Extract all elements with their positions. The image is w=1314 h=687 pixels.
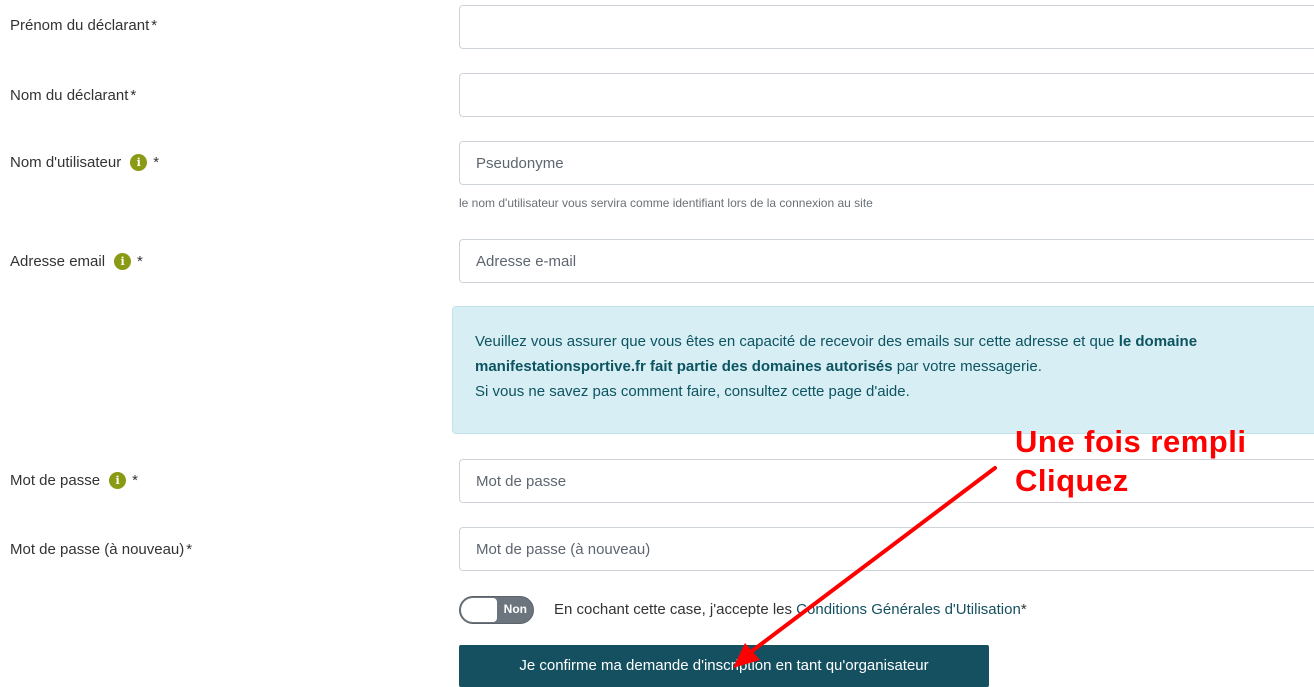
info-icon[interactable]: i (109, 472, 127, 489)
email-field[interactable] (459, 239, 1314, 283)
prenom-label-text: Prénom du déclarant (10, 17, 150, 34)
info-icon[interactable]: i (114, 253, 132, 270)
prenom-label: Prénom du déclarant * (10, 17, 157, 34)
username-field[interactable] (459, 141, 1314, 185)
alert-text-part2: par votre messagerie. (892, 358, 1042, 375)
cgu-text: En cochant cette case, j'accepte les Con… (554, 601, 1027, 618)
required-asterisk: * (132, 472, 138, 489)
required-asterisk: * (151, 17, 158, 34)
annotation-line1: Une fois rempli (1015, 424, 1247, 459)
nom-field[interactable] (459, 73, 1314, 117)
toggle-label: Non (503, 602, 527, 616)
cgu-link[interactable]: Conditions Générales d'Utilisation (796, 601, 1021, 618)
toggle-knob (461, 598, 497, 622)
username-help-text: le nom d'utilisateur vous servira comme … (459, 196, 873, 210)
username-label: Nom d'utilisateur i * (10, 154, 159, 171)
prenom-field[interactable] (459, 5, 1314, 49)
submit-button[interactable]: Je confirme ma demande d'inscription en … (459, 645, 989, 687)
alert-help-line[interactable]: Si vous ne savez pas comment faire, cons… (475, 383, 910, 400)
email-label: Adresse email i * (10, 253, 143, 270)
required-asterisk: * (1020, 601, 1027, 618)
cgu-text-prefix: En cochant cette case, j'accepte les (554, 601, 797, 618)
annotation-text: Une fois rempli Cliquez (1015, 422, 1246, 500)
alert-text-part1: Veuillez vous assurer que vous êtes en c… (475, 333, 1119, 350)
password-label: Mot de passe i * (10, 472, 138, 489)
email-domain-alert: Veuillez vous assurer que vous êtes en c… (452, 306, 1314, 434)
email-label-text: Adresse email (10, 253, 106, 270)
password-confirm-label: Mot de passe (à nouveau) * (10, 541, 192, 558)
required-asterisk: * (153, 154, 160, 171)
nom-label: Nom du déclarant * (10, 87, 136, 104)
username-label-text: Nom d'utilisateur (10, 154, 122, 171)
nom-label-text: Nom du déclarant (10, 87, 129, 104)
required-asterisk: * (137, 253, 143, 270)
required-asterisk: * (186, 541, 193, 558)
cgu-toggle[interactable]: Non (459, 596, 534, 624)
required-asterisk: * (130, 87, 137, 104)
password-confirm-field[interactable] (459, 527, 1314, 571)
password-label-text: Mot de passe (10, 472, 101, 489)
password-confirm-label-text: Mot de passe (à nouveau) (10, 541, 185, 558)
info-icon[interactable]: i (130, 154, 148, 171)
annotation-line2: Cliquez (1015, 463, 1129, 498)
